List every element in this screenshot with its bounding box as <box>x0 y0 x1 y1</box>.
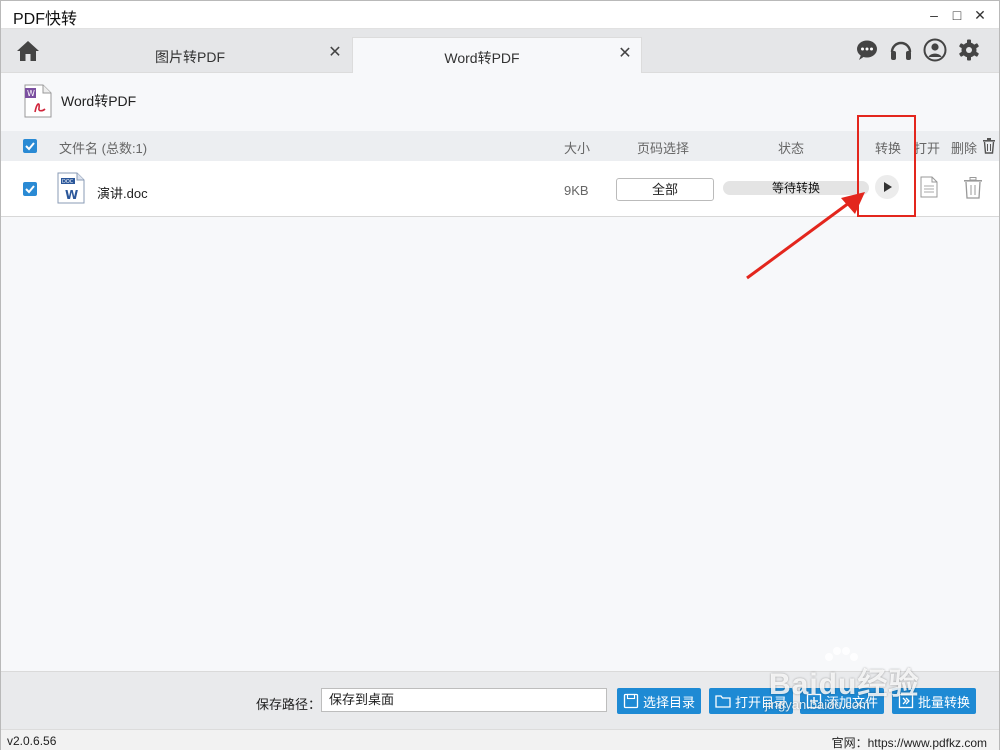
title-bar: PDF快转 – □ ✕ <box>1 1 999 29</box>
watermark-url: jingyan.baidu.com <box>765 697 870 712</box>
tab-bar: 图片转PDF ✕ Word转PDF ✕ <box>1 29 999 73</box>
header-status: 状态 <box>778 141 805 156</box>
headset-icon[interactable] <box>889 38 913 62</box>
delete-row-button[interactable] <box>963 177 983 199</box>
document-icon <box>920 176 938 198</box>
tab-image-to-pdf[interactable]: 图片转PDF ✕ <box>59 37 351 73</box>
chat-icon[interactable] <box>855 38 879 62</box>
home-button[interactable] <box>15 39 41 63</box>
tab-close-button[interactable]: ✕ <box>325 43 345 63</box>
save-path-input[interactable]: 保存到桌面 <box>321 688 607 712</box>
choose-directory-button[interactable]: 选择目录 <box>617 688 702 714</box>
minimize-button[interactable]: – <box>923 5 945 25</box>
main-content: W Word转PDF 文件名 (总数:1) 大小 页码选择 状态 转换 打开 删… <box>1 73 999 671</box>
svg-text:DOC: DOC <box>62 179 74 185</box>
tab-word-to-pdf[interactable]: Word转PDF ✕ <box>352 37 642 73</box>
maximize-button[interactable]: □ <box>946 5 968 25</box>
svg-text:W: W <box>27 89 35 98</box>
open-file-button[interactable] <box>920 176 938 198</box>
header-delete: 删除 <box>951 141 978 156</box>
watermark: Baidu经验 jingyan.baidu.com <box>763 645 943 725</box>
app-title: PDF快转 <box>13 11 78 28</box>
user-icon[interactable] <box>923 38 947 62</box>
status-line: v2.0.6.56 官网：https://www.pdfkz.com <box>1 729 999 750</box>
annotation-arrow <box>746 192 865 280</box>
file-name: 演讲.doc <box>97 186 148 201</box>
page-range-button[interactable]: 全部 <box>616 178 714 201</box>
header-page-select: 页码选择 <box>637 141 690 156</box>
home-icon <box>17 41 39 61</box>
tab-close-button[interactable]: ✕ <box>615 44 635 64</box>
version-label: v2.0.6.56 <box>7 734 57 748</box>
doc-file-icon: DOC W <box>57 172 85 204</box>
table-header: 文件名 (总数:1) 大小 页码选择 状态 转换 打开 删除 <box>1 131 999 161</box>
save-path-label: 保存路径： <box>256 697 322 712</box>
app-window: PDF快转 – □ ✕ 图片转PDF ✕ Word转PDF ✕ W Word转P… <box>0 0 1000 750</box>
delete-all-icon[interactable] <box>982 138 996 154</box>
check-icon <box>25 185 35 194</box>
tab-label: 图片转PDF <box>155 49 225 65</box>
check-icon <box>25 142 35 151</box>
folder-icon <box>715 695 731 708</box>
gear-icon[interactable] <box>957 38 981 62</box>
row-checkbox[interactable] <box>23 182 37 196</box>
header-filename: 文件名 (总数:1) <box>59 141 148 156</box>
header-open: 打开 <box>914 141 941 156</box>
close-button[interactable]: ✕ <box>969 5 991 25</box>
module-header: W Word转PDF <box>23 83 136 119</box>
save-icon <box>623 693 639 709</box>
module-title: Word转PDF <box>61 93 137 109</box>
top-toolbar <box>855 38 981 62</box>
svg-text:W: W <box>65 188 78 202</box>
tab-label: Word转PDF <box>444 50 520 66</box>
trash-icon <box>964 177 982 199</box>
word-to-pdf-icon: W <box>24 84 52 118</box>
header-size: 大小 <box>564 141 591 156</box>
choose-directory-label: 选择目录 <box>643 694 696 710</box>
select-all-checkbox[interactable] <box>23 139 37 153</box>
website-link[interactable]: 官网：https://www.pdfkz.com <box>832 734 987 750</box>
file-size: 9KB <box>564 183 589 198</box>
